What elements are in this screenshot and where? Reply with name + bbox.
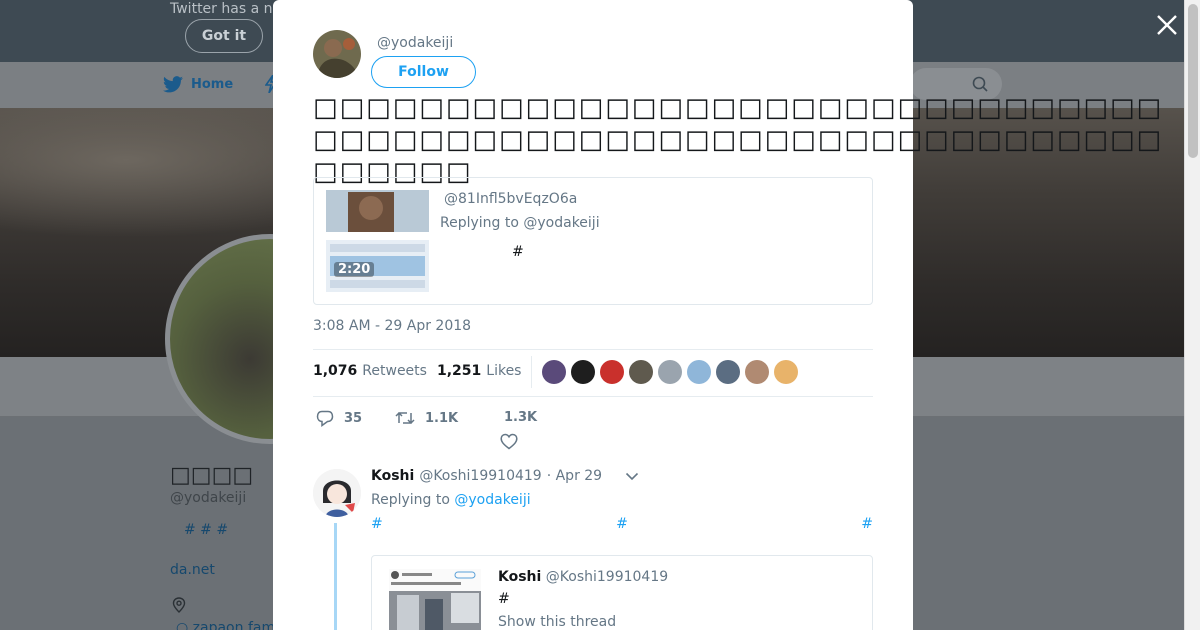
heart-icon[interactable] bbox=[500, 433, 518, 450]
like-action[interactable]: 1.3K bbox=[504, 410, 537, 425]
quoted-handle: @81Infl5bvEqzO6a bbox=[444, 191, 578, 207]
profile-location[interactable]: ○ zapaon fam bbox=[176, 620, 275, 630]
liker-avatar[interactable] bbox=[571, 360, 595, 384]
got-it-button[interactable]: Got it bbox=[185, 19, 263, 53]
liker-avatar[interactable] bbox=[658, 360, 682, 384]
liker-avatar[interactable] bbox=[716, 360, 740, 384]
reply-avatar-image bbox=[313, 469, 361, 517]
reply-card-image bbox=[389, 569, 481, 630]
tweet-modal: @yodakeiji Follow □□□□□□□□□□□□□□□□□□□□□□… bbox=[273, 0, 1161, 630]
retweets-stat[interactable]: 1,076 Retweets bbox=[313, 363, 427, 379]
close-icon[interactable] bbox=[1154, 12, 1180, 38]
location-pin-icon bbox=[172, 597, 186, 613]
retweet-icon bbox=[395, 411, 415, 425]
reply-hashtags: # # # bbox=[371, 516, 873, 532]
like-count: 1.3K bbox=[504, 410, 538, 425]
reply-author-handle[interactable]: @Koshi19910419 bbox=[419, 468, 541, 484]
nav-home-label: Home bbox=[191, 77, 234, 92]
liker-avatar[interactable] bbox=[600, 360, 624, 384]
stats-separator bbox=[531, 356, 532, 388]
replying-prefix: Replying to bbox=[371, 492, 455, 508]
reply-icon bbox=[316, 410, 334, 427]
reply-avatar[interactable] bbox=[313, 469, 361, 517]
profile-name: □□□□ bbox=[170, 463, 254, 488]
page-scrollbar[interactable] bbox=[1184, 0, 1200, 630]
quoted-video-thumbnail[interactable]: 2:20 bbox=[326, 190, 429, 292]
divider bbox=[313, 396, 873, 397]
chevron-down-icon[interactable] bbox=[625, 472, 639, 481]
cookie-notice-text: Twitter has a n bbox=[170, 1, 273, 17]
liker-avatar[interactable] bbox=[629, 360, 653, 384]
liker-avatar[interactable] bbox=[687, 360, 711, 384]
tweet-timestamp[interactable]: 3:08 AM - 29 Apr 2018 bbox=[313, 318, 471, 334]
reply-card-text: # bbox=[498, 591, 510, 607]
retweet-count: 1.1K bbox=[425, 410, 459, 426]
tweet-stats: 1,076 Retweets 1,251 Likes bbox=[313, 363, 521, 379]
likes-stat[interactable]: 1,251 Likes bbox=[437, 363, 522, 379]
retweets-label: Retweets bbox=[362, 363, 427, 379]
profile-bio-hashtags[interactable]: # # # bbox=[184, 522, 228, 538]
hashtag-link[interactable]: # bbox=[616, 516, 628, 532]
hashtag-link[interactable]: # bbox=[861, 516, 873, 532]
reply-card-handle: @Koshi19910419 bbox=[545, 569, 669, 585]
quoted-tweet-card[interactable]: 2:20 @81Infl5bvEqzO6a Replying to @yodak… bbox=[313, 177, 873, 305]
profile-website-link[interactable]: da.net bbox=[170, 562, 215, 578]
thread-connector-line bbox=[334, 523, 337, 630]
replying-to-link[interactable]: @yodakeiji bbox=[454, 492, 530, 508]
scrollbar-thumb[interactable] bbox=[1188, 4, 1198, 158]
profile-handle: @yodakeiji bbox=[170, 490, 247, 506]
author-avatar-image bbox=[313, 30, 361, 78]
search-icon bbox=[972, 76, 988, 92]
author-avatar[interactable] bbox=[313, 30, 361, 78]
retweets-count: 1,076 bbox=[313, 363, 358, 379]
twitter-bird-icon bbox=[163, 76, 183, 93]
liker-avatar[interactable] bbox=[774, 360, 798, 384]
divider bbox=[313, 349, 873, 350]
reply-header: Koshi @Koshi19910419 · Apr 29 bbox=[371, 468, 602, 484]
tweet-text: □□□□□□□□□□□□□□□□□□□□□□□□□□□□□□□□□□□□□□□□… bbox=[313, 93, 1164, 187]
reply-card-author: Koshi @Koshi19910419 bbox=[498, 569, 668, 585]
likes-count: 1,251 bbox=[436, 363, 482, 379]
liker-avatar[interactable] bbox=[542, 360, 566, 384]
reply-card-thumbnail[interactable] bbox=[389, 569, 481, 630]
quoted-text: # bbox=[512, 244, 524, 260]
hashtag-link[interactable]: # bbox=[371, 516, 383, 532]
show-thread-link[interactable]: Show this thread bbox=[498, 614, 616, 630]
reply-date[interactable]: · Apr 29 bbox=[547, 468, 602, 484]
author-handle[interactable]: @yodakeiji bbox=[377, 35, 453, 51]
reply-author-name[interactable]: Koshi bbox=[371, 468, 414, 484]
reply-count: 35 bbox=[344, 411, 363, 426]
likers-avatars bbox=[542, 360, 798, 384]
reply-quoted-card[interactable]: Koshi @Koshi19910419 # Show this thread bbox=[371, 555, 873, 630]
reply-card-name: Koshi bbox=[498, 569, 542, 585]
quoted-replying-to: Replying to @yodakeiji bbox=[440, 215, 600, 231]
likes-label: Likes bbox=[486, 363, 522, 379]
reply-replying-to: Replying to @yodakeiji bbox=[371, 492, 531, 508]
video-duration: 2:20 bbox=[334, 262, 375, 277]
retweet-action[interactable]: 1.1K bbox=[395, 410, 458, 426]
follow-button[interactable]: Follow bbox=[371, 56, 476, 88]
reply-action[interactable]: 35 bbox=[316, 410, 362, 427]
nav-home-link[interactable]: Home bbox=[163, 76, 233, 93]
liker-avatar[interactable] bbox=[745, 360, 769, 384]
